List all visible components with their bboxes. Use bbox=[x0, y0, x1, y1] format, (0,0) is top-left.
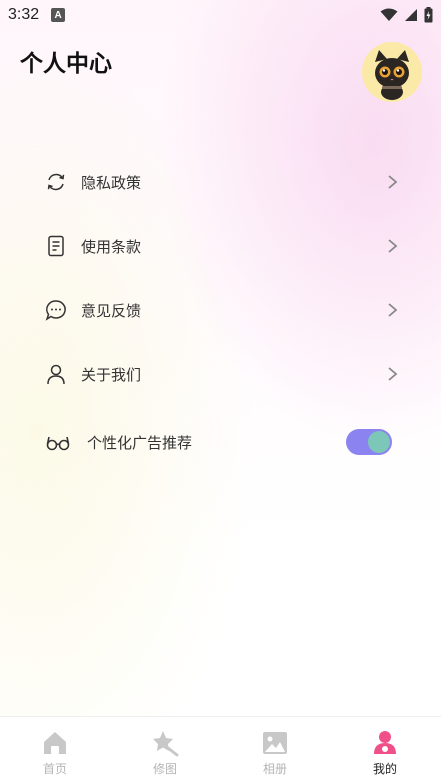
app-notification-icon: A bbox=[51, 8, 66, 22]
status-bar: 3:32 A bbox=[0, 0, 441, 30]
avatar[interactable] bbox=[362, 42, 422, 102]
menu-label: 使用条款 bbox=[81, 237, 142, 256]
menu-label: 关于我们 bbox=[81, 365, 142, 384]
person-icon bbox=[47, 364, 65, 385]
chevron-right-icon bbox=[388, 175, 398, 189]
chat-bubble-icon bbox=[45, 300, 66, 321]
chevron-right-icon bbox=[388, 367, 398, 381]
menu-item-about-us[interactable]: 关于我们 bbox=[0, 354, 441, 394]
status-time: 3:32 bbox=[8, 6, 40, 23]
chevron-right-icon bbox=[388, 303, 398, 317]
menu-item-privacy-policy[interactable]: 隐私政策 bbox=[0, 162, 441, 202]
cat-avatar-icon bbox=[362, 42, 422, 102]
personalized-ads-toggle[interactable] bbox=[346, 429, 392, 455]
bottom-navigation: 首页 修图 相册 我的 bbox=[0, 716, 441, 784]
wifi-icon bbox=[380, 8, 398, 21]
tab-label: 首页 bbox=[42, 762, 67, 776]
menu-item-terms-of-use[interactable]: 使用条款 bbox=[0, 226, 441, 266]
star-edit-icon bbox=[153, 731, 179, 757]
status-indicators bbox=[380, 7, 433, 23]
personalized-ads-row: 个性化广告推荐 bbox=[0, 422, 441, 462]
menu-label: 隐私政策 bbox=[81, 173, 142, 192]
tab-label: 我的 bbox=[372, 762, 397, 776]
profile-icon bbox=[374, 731, 396, 754]
tab-label: 修图 bbox=[152, 762, 177, 776]
image-icon bbox=[263, 732, 287, 754]
home-icon bbox=[44, 732, 66, 754]
document-icon bbox=[48, 235, 64, 257]
chevron-right-icon bbox=[388, 239, 398, 253]
refresh-icon bbox=[47, 173, 65, 191]
cellular-signal-icon bbox=[405, 9, 417, 21]
tab-edit[interactable]: 修图 bbox=[110, 717, 220, 784]
glasses-icon bbox=[46, 436, 70, 451]
personalized-ads-label: 个性化广告推荐 bbox=[87, 433, 193, 452]
page-title: 个人中心 bbox=[20, 51, 112, 77]
tab-mine[interactable]: 我的 bbox=[330, 717, 440, 784]
tab-home[interactable]: 首页 bbox=[0, 717, 110, 784]
menu-label: 意见反馈 bbox=[81, 301, 142, 320]
battery-icon bbox=[424, 7, 433, 23]
tab-label: 相册 bbox=[262, 762, 287, 776]
menu-item-feedback[interactable]: 意见反馈 bbox=[0, 290, 441, 330]
toggle-knob bbox=[368, 431, 390, 453]
tab-album[interactable]: 相册 bbox=[220, 717, 330, 784]
